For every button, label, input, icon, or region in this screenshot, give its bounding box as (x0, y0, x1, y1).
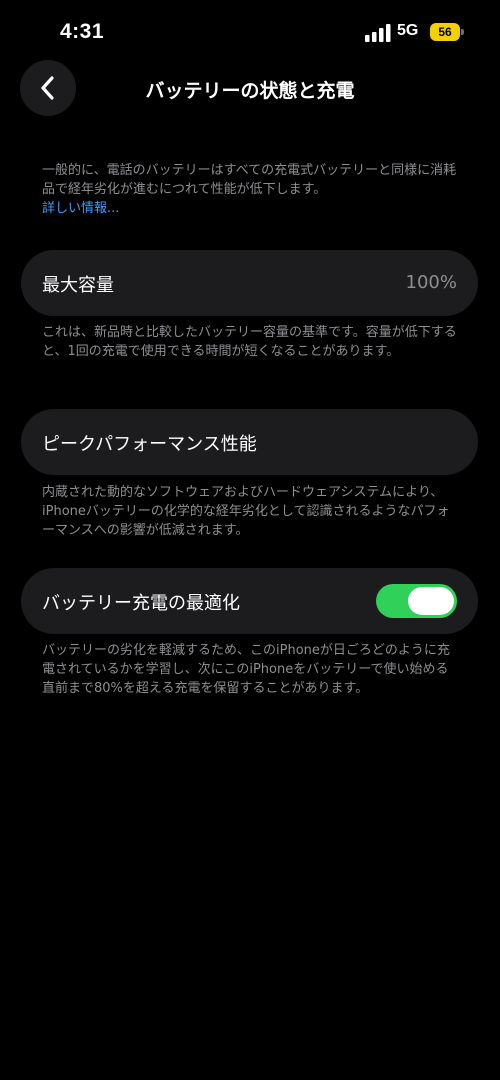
learn-more-link[interactable]: 詳しい情報... (42, 199, 458, 218)
nav-bar: バッテリーの状態と充電 (0, 56, 500, 122)
optimized-charging-description: バッテリーの劣化を軽減するため、このiPhoneが日ごろどのように充電されている… (42, 643, 450, 696)
peak-performance-label: ピークパフォーマンス性能 (42, 434, 257, 455)
toggle-knob (408, 587, 454, 615)
signal-bars-icon (365, 24, 391, 42)
optimized-charging-label: バッテリー充電の最適化 (42, 593, 240, 614)
max-capacity-label: 最大容量 (42, 275, 114, 296)
intro-description: 一般的に、電話のバッテリーはすべての充電式バッテリーと同様に消耗品で経年劣化が進… (42, 161, 458, 218)
optimized-charging-toggle[interactable] (376, 584, 457, 618)
battery-icon: 56 (430, 23, 460, 41)
page-title: バッテリーの状態と充電 (145, 80, 355, 102)
peak-performance-row: ピークパフォーマンス性能 (21, 409, 478, 475)
max-capacity-description: これは、新品時と比較したバッテリー容量の基準です。容量が低下すると、1回の充電で… (42, 325, 457, 359)
optimized-charging-row: バッテリー充電の最適化 (21, 568, 478, 634)
status-time: 4:31 (60, 20, 105, 43)
intro-text: 一般的に、電話のバッテリーはすべての充電式バッテリーと同様に消耗品で経年劣化が進… (42, 163, 457, 197)
peak-performance-description: 内蔵された動的なソフトウェアおよびハードウェアシステムにより、iPhoneバッテ… (42, 485, 450, 538)
network-type: 5G (397, 22, 419, 39)
max-capacity-value: 100% (405, 272, 457, 293)
max-capacity-row: 最大容量 100% (21, 250, 478, 316)
battery-tip (461, 29, 464, 35)
status-bar: 4:31 5G 56 (0, 0, 500, 56)
